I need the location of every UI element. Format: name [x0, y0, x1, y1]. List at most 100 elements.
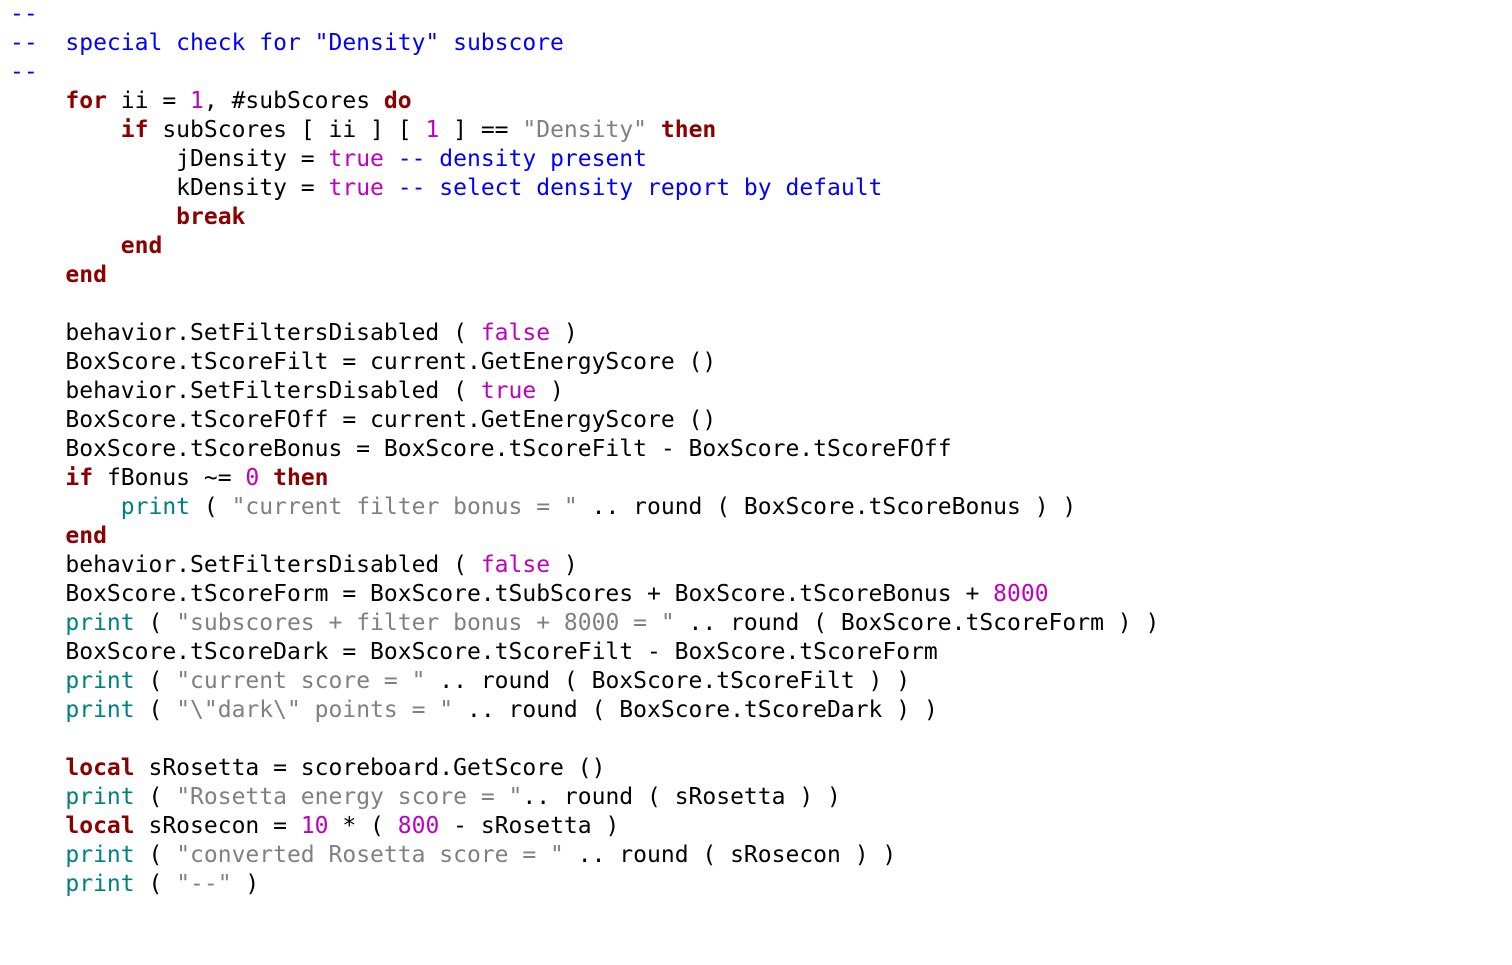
token-text: ( — [135, 697, 177, 723]
token-keyword: for — [65, 88, 107, 114]
token-keyword: if — [65, 465, 93, 491]
code-line: for ii = 1, #subScores do — [10, 88, 412, 114]
token-number: 8000 — [993, 581, 1048, 607]
token-text: jDensity = — [10, 146, 329, 172]
token-text: kDensity = — [10, 175, 329, 201]
token-comment: -- — [10, 59, 38, 85]
code-line: print ( "Rosetta energy score = ".. roun… — [10, 784, 841, 810]
token-text: ] == — [439, 117, 522, 143]
token-text — [10, 117, 121, 143]
code-line: BoxScore.tScoreDark = BoxScore.tScoreFil… — [10, 639, 938, 665]
token-string: "current score = " — [176, 668, 425, 694]
code-line: -- — [10, 1, 38, 27]
token-text: ( — [135, 668, 177, 694]
token-text: BoxScore.tScoreFilt = current.GetEnergyS… — [10, 349, 716, 375]
token-comment: -- special check for "Density" subscore — [10, 30, 564, 56]
code-line: print ( "current filter bonus = " .. rou… — [10, 494, 1076, 520]
token-string: "\"dark\" points = " — [176, 697, 453, 723]
token-func: print — [65, 871, 134, 897]
token-func: print — [65, 668, 134, 694]
token-keyword: local — [65, 813, 134, 839]
token-comment: -- select density report by default — [398, 175, 883, 201]
token-number: 800 — [398, 813, 440, 839]
token-func: print — [121, 494, 190, 520]
token-text: ) — [536, 378, 564, 404]
token-keyword: local — [65, 755, 134, 781]
token-text: ( — [190, 494, 232, 520]
token-text — [10, 871, 65, 897]
code-line: BoxScore.tScoreFOff = current.GetEnergyS… — [10, 407, 716, 433]
token-number: true — [481, 378, 536, 404]
token-text: - sRosetta ) — [439, 813, 619, 839]
code-line: break — [10, 204, 245, 230]
token-number: 10 — [301, 813, 329, 839]
token-text — [10, 755, 65, 781]
token-text: ( — [135, 871, 177, 897]
token-text: ) — [550, 552, 578, 578]
token-keyword: end — [121, 233, 163, 259]
token-keyword: if — [121, 117, 149, 143]
code-line: end — [10, 523, 107, 549]
token-text: .. round ( sRosecon ) ) — [564, 842, 896, 868]
token-text: BoxScore.tScoreFOff = current.GetEnergyS… — [10, 407, 716, 433]
token-comment: -- — [10, 1, 38, 27]
token-text: behavior.SetFiltersDisabled ( — [10, 552, 481, 578]
code-line: BoxScore.tScoreBonus = BoxScore.tScoreFi… — [10, 436, 952, 462]
code-line: behavior.SetFiltersDisabled ( false ) — [10, 320, 578, 346]
token-string: "Density" — [522, 117, 647, 143]
code-block: -- -- special check for "Density" subsco… — [10, 0, 1502, 899]
token-number: 1 — [425, 117, 439, 143]
token-text: behavior.SetFiltersDisabled ( — [10, 320, 481, 346]
token-func: print — [65, 842, 134, 868]
token-text — [10, 610, 65, 636]
token-text: ( — [135, 610, 177, 636]
code-line: print ( "current score = " .. round ( Bo… — [10, 668, 910, 694]
token-text: sRosecon = — [135, 813, 301, 839]
token-keyword: then — [661, 117, 716, 143]
token-text: ( — [135, 784, 177, 810]
token-number: 0 — [245, 465, 259, 491]
token-func: print — [65, 610, 134, 636]
code-line: if fBonus ~= 0 then — [10, 465, 329, 491]
code-line: print ( "--" ) — [10, 871, 259, 897]
code-line: jDensity = true -- density present — [10, 146, 647, 172]
token-text — [647, 117, 661, 143]
token-text — [259, 465, 273, 491]
token-text — [384, 175, 398, 201]
token-text: ) — [550, 320, 578, 346]
token-func: print — [65, 697, 134, 723]
code-line: BoxScore.tScoreForm = BoxScore.tSubScore… — [10, 581, 1049, 607]
token-string: "--" — [176, 871, 231, 897]
token-text: .. round ( BoxScore.tScoreFilt ) ) — [425, 668, 910, 694]
token-text — [10, 697, 65, 723]
token-string: "Rosetta energy score = " — [176, 784, 522, 810]
code-line: print ( "converted Rosetta score = " .. … — [10, 842, 896, 868]
code-line: -- — [10, 59, 38, 85]
token-keyword: end — [65, 523, 107, 549]
token-number: true — [329, 146, 384, 172]
token-text: .. round ( BoxScore.tScoreForm ) ) — [675, 610, 1160, 636]
token-text: fBonus ~= — [93, 465, 245, 491]
code-line: print ( "\"dark\" points = " .. round ( … — [10, 697, 938, 723]
token-text — [10, 813, 65, 839]
token-text: BoxScore.tScoreDark = BoxScore.tScoreFil… — [10, 639, 938, 665]
token-string: "current filter bonus = " — [232, 494, 578, 520]
token-text — [384, 146, 398, 172]
token-text: behavior.SetFiltersDisabled ( — [10, 378, 481, 404]
token-number: false — [481, 552, 550, 578]
token-text: sRosetta = scoreboard.GetScore () — [135, 755, 606, 781]
token-text — [10, 233, 121, 259]
token-text — [10, 842, 65, 868]
token-func: print — [65, 784, 134, 810]
code-line: behavior.SetFiltersDisabled ( true ) — [10, 378, 564, 404]
code-line: end — [10, 233, 162, 259]
token-text: BoxScore.tScoreBonus = BoxScore.tScoreFi… — [10, 436, 952, 462]
token-text — [10, 784, 65, 810]
code-line: -- special check for "Density" subscore — [10, 30, 564, 56]
token-text: , #subScores — [204, 88, 384, 114]
token-string: "subscores + filter bonus + 8000 = " — [176, 610, 675, 636]
token-text — [10, 668, 65, 694]
token-text — [10, 494, 121, 520]
token-keyword: break — [176, 204, 245, 230]
token-number: true — [329, 175, 384, 201]
